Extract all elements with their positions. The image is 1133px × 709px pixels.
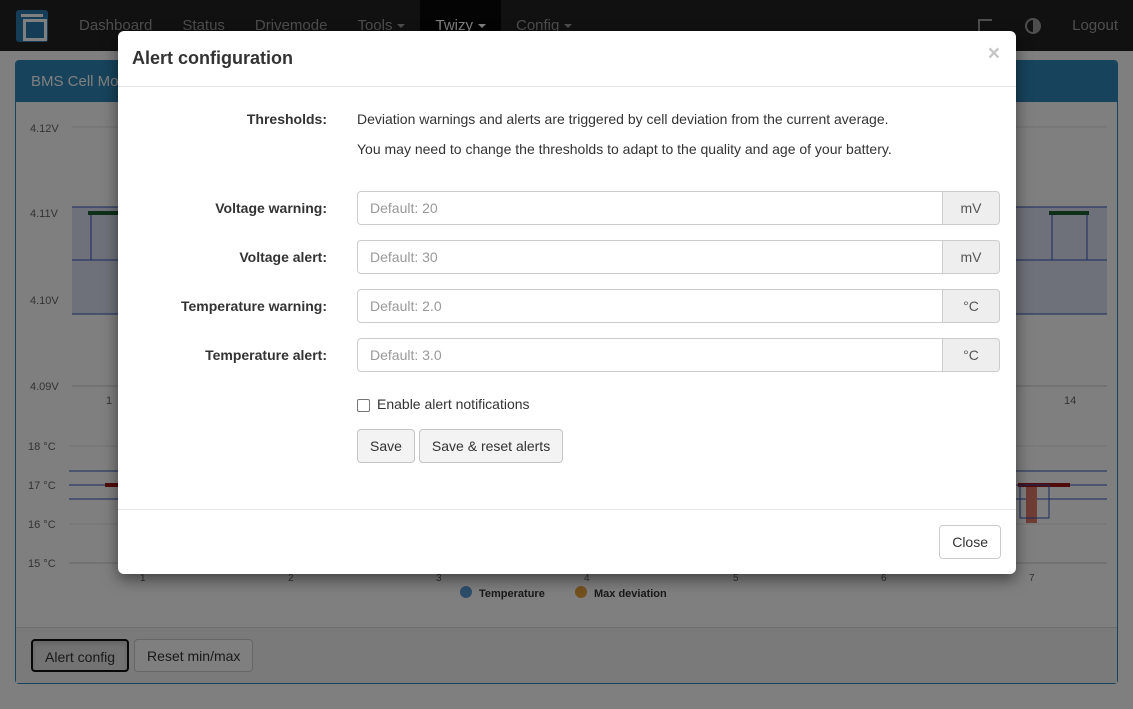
save-buttons-group: Save Save & reset alerts (357, 429, 564, 463)
voltage-alert-label: Voltage alert: (239, 249, 327, 265)
temperature-warning-unit: °C (943, 289, 1000, 323)
temperature-warning-input[interactable] (357, 289, 943, 323)
modal-footer: Close (118, 509, 1016, 574)
close-icon[interactable]: × (988, 43, 1000, 64)
thresholds-text-1: Deviation warnings and alerts are trigge… (357, 111, 889, 127)
voltage-alert-input[interactable] (357, 240, 943, 274)
voltage-warning-label: Voltage warning: (215, 200, 327, 216)
temperature-alert-unit: °C (943, 338, 1000, 372)
notifications-checkbox-label[interactable]: Enable alert notifications (357, 396, 530, 412)
close-button[interactable]: Close (939, 525, 1001, 559)
temperature-alert-group: °C (357, 338, 1000, 372)
notifications-label-text: Enable alert notifications (377, 396, 530, 412)
thresholds-text-2: You may need to change the thresholds to… (357, 141, 892, 157)
voltage-warning-group: mV (357, 191, 1000, 225)
temperature-warning-label: Temperature warning: (181, 298, 327, 314)
thresholds-label: Thresholds: (246, 111, 327, 127)
temperature-alert-input[interactable] (357, 338, 943, 372)
temperature-alert-label: Temperature alert: (205, 347, 327, 363)
modal-body: Thresholds: Deviation warnings and alert… (118, 87, 1016, 509)
modal-title: Alert configuration (132, 48, 293, 68)
notifications-checkbox[interactable] (357, 398, 370, 412)
save-reset-alerts-button[interactable]: Save & reset alerts (418, 429, 564, 463)
voltage-alert-unit: mV (943, 240, 1000, 274)
modal-header: Alert configuration × (118, 31, 1016, 87)
voltage-alert-group: mV (357, 240, 1000, 274)
alert-config-modal: Alert configuration × Thresholds: Deviat… (118, 31, 1016, 574)
voltage-warning-input[interactable] (357, 191, 943, 225)
save-button[interactable]: Save (357, 429, 415, 463)
voltage-warning-unit: mV (943, 191, 1000, 225)
temperature-warning-group: °C (357, 289, 1000, 323)
